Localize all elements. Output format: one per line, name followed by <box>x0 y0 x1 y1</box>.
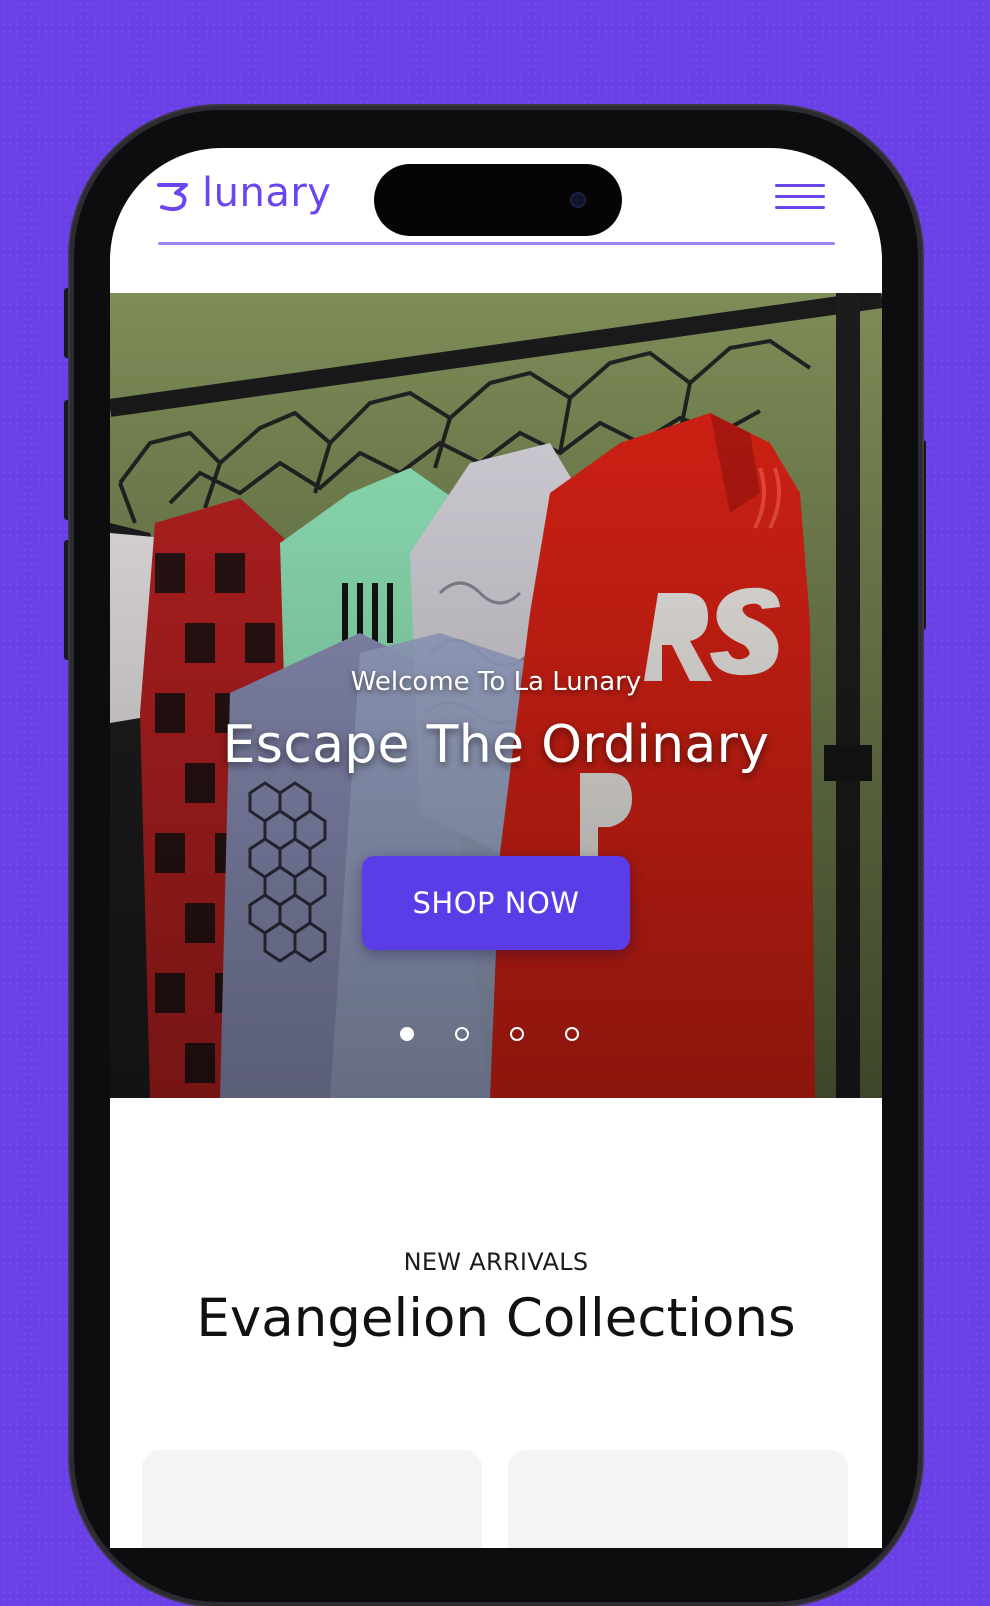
menu-bar <box>775 206 825 209</box>
brand-moon-icon <box>157 183 188 212</box>
header-divider <box>158 242 835 245</box>
carousel-dot-3[interactable] <box>510 1027 524 1041</box>
brand-logo[interactable]: lunary <box>156 170 332 216</box>
hero-subtitle: Welcome To La Lunary <box>350 667 642 697</box>
shop-now-button[interactable]: SHOP NOW <box>362 856 630 950</box>
carousel-indicators <box>400 1027 600 1047</box>
product-card[interactable] <box>142 1450 482 1548</box>
brand-name: lunary <box>202 170 332 216</box>
hero-title: Escape The Ordinary <box>222 715 770 775</box>
section-kicker: NEW ARRIVALS <box>403 1248 589 1276</box>
carousel-dot-4[interactable] <box>565 1027 579 1041</box>
menu-bar <box>775 195 825 198</box>
dynamic-island <box>374 164 622 236</box>
carousel-dot-1[interactable] <box>400 1027 414 1041</box>
phone-screen: lunary Welcome To La Lunary Escape The O… <box>110 148 882 1548</box>
hero-carousel[interactable]: Welcome To La Lunary Escape The Ordinary… <box>110 293 882 1098</box>
product-card[interactable] <box>508 1450 848 1548</box>
hamburger-menu-icon[interactable] <box>775 184 825 212</box>
front-camera-icon <box>570 192 586 208</box>
section-title: Evangelion Collections <box>196 1288 796 1349</box>
carousel-dot-2[interactable] <box>455 1027 469 1041</box>
menu-bar <box>775 184 825 187</box>
